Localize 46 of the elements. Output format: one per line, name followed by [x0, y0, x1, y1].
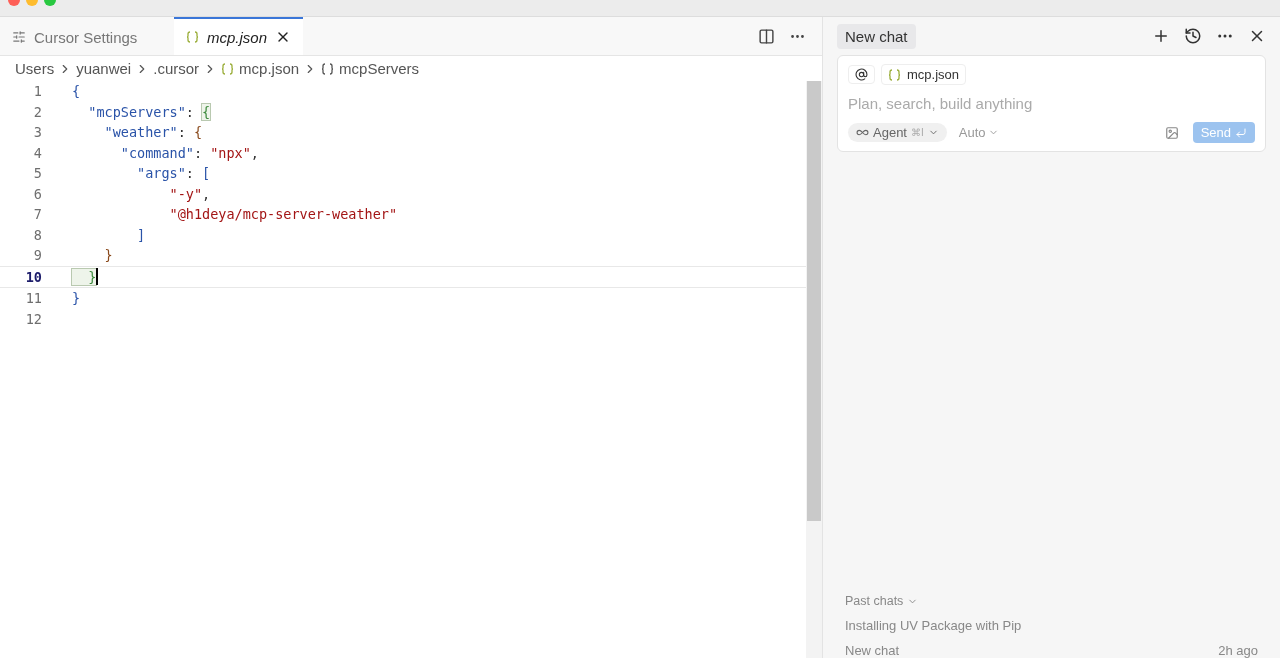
breadcrumb-item[interactable]: mcpServers [321, 60, 420, 77]
breadcrumb-item[interactable]: .cursor [153, 60, 200, 77]
chat-input[interactable]: Plan, search, build anything [848, 93, 1255, 114]
plus-icon[interactable] [1152, 27, 1170, 45]
mention-button[interactable] [848, 65, 875, 84]
code-line: "args": [ [136, 165, 211, 182]
line-number: 4 [32, 144, 43, 161]
line-number: 2 [32, 103, 43, 120]
line-number: 3 [32, 124, 43, 141]
code-line: { [72, 83, 81, 100]
code-line: "mcpServers": { [87, 103, 211, 120]
code-line: "weather": { [103, 124, 203, 141]
braces-icon [221, 62, 235, 75]
code-line: ] [136, 226, 146, 243]
braces-icon [888, 68, 901, 81]
code-line: "command": "npx", [119, 144, 259, 161]
code-line: "@h1deya/mcp-server-weather" [168, 206, 398, 223]
chat-title-tab[interactable]: New chat [837, 23, 916, 49]
line-number: 1 [32, 83, 43, 100]
image-icon[interactable] [1164, 125, 1179, 140]
line-number: 12 [24, 310, 43, 327]
braces-icon [321, 62, 335, 75]
settings-icon [12, 30, 26, 44]
breadcrumb-item[interactable]: Users [15, 60, 55, 77]
split-editor-icon[interactable] [758, 27, 775, 45]
context-chip[interactable]: mcp.json [881, 64, 967, 85]
breadcrumb-item[interactable]: mcp.json [221, 60, 300, 77]
line-number: 5 [32, 165, 43, 182]
at-sign-icon [855, 68, 868, 81]
scrollbar-thumb[interactable] [807, 81, 821, 521]
editor-tab[interactable]: Cursor Settings [0, 17, 174, 55]
enter-key-icon [1235, 126, 1247, 139]
braces-icon [186, 31, 199, 43]
line-number: 8 [32, 226, 43, 243]
mode-dropdown[interactable]: Agent ⌘I [848, 123, 947, 142]
code-line: } [103, 247, 113, 264]
history-icon[interactable] [1184, 27, 1202, 45]
line-number: 7 [32, 206, 43, 223]
code-line: } [72, 290, 81, 307]
code-line: "-y", [168, 185, 211, 202]
line-number: 11 [24, 290, 43, 307]
line-number: 9 [32, 247, 43, 264]
line-number: 10 [24, 268, 43, 285]
breadcrumb-item[interactable]: yuanwei [76, 60, 132, 77]
editor-tab[interactable]: mcp.json [174, 17, 304, 55]
line-number: 6 [32, 185, 43, 202]
